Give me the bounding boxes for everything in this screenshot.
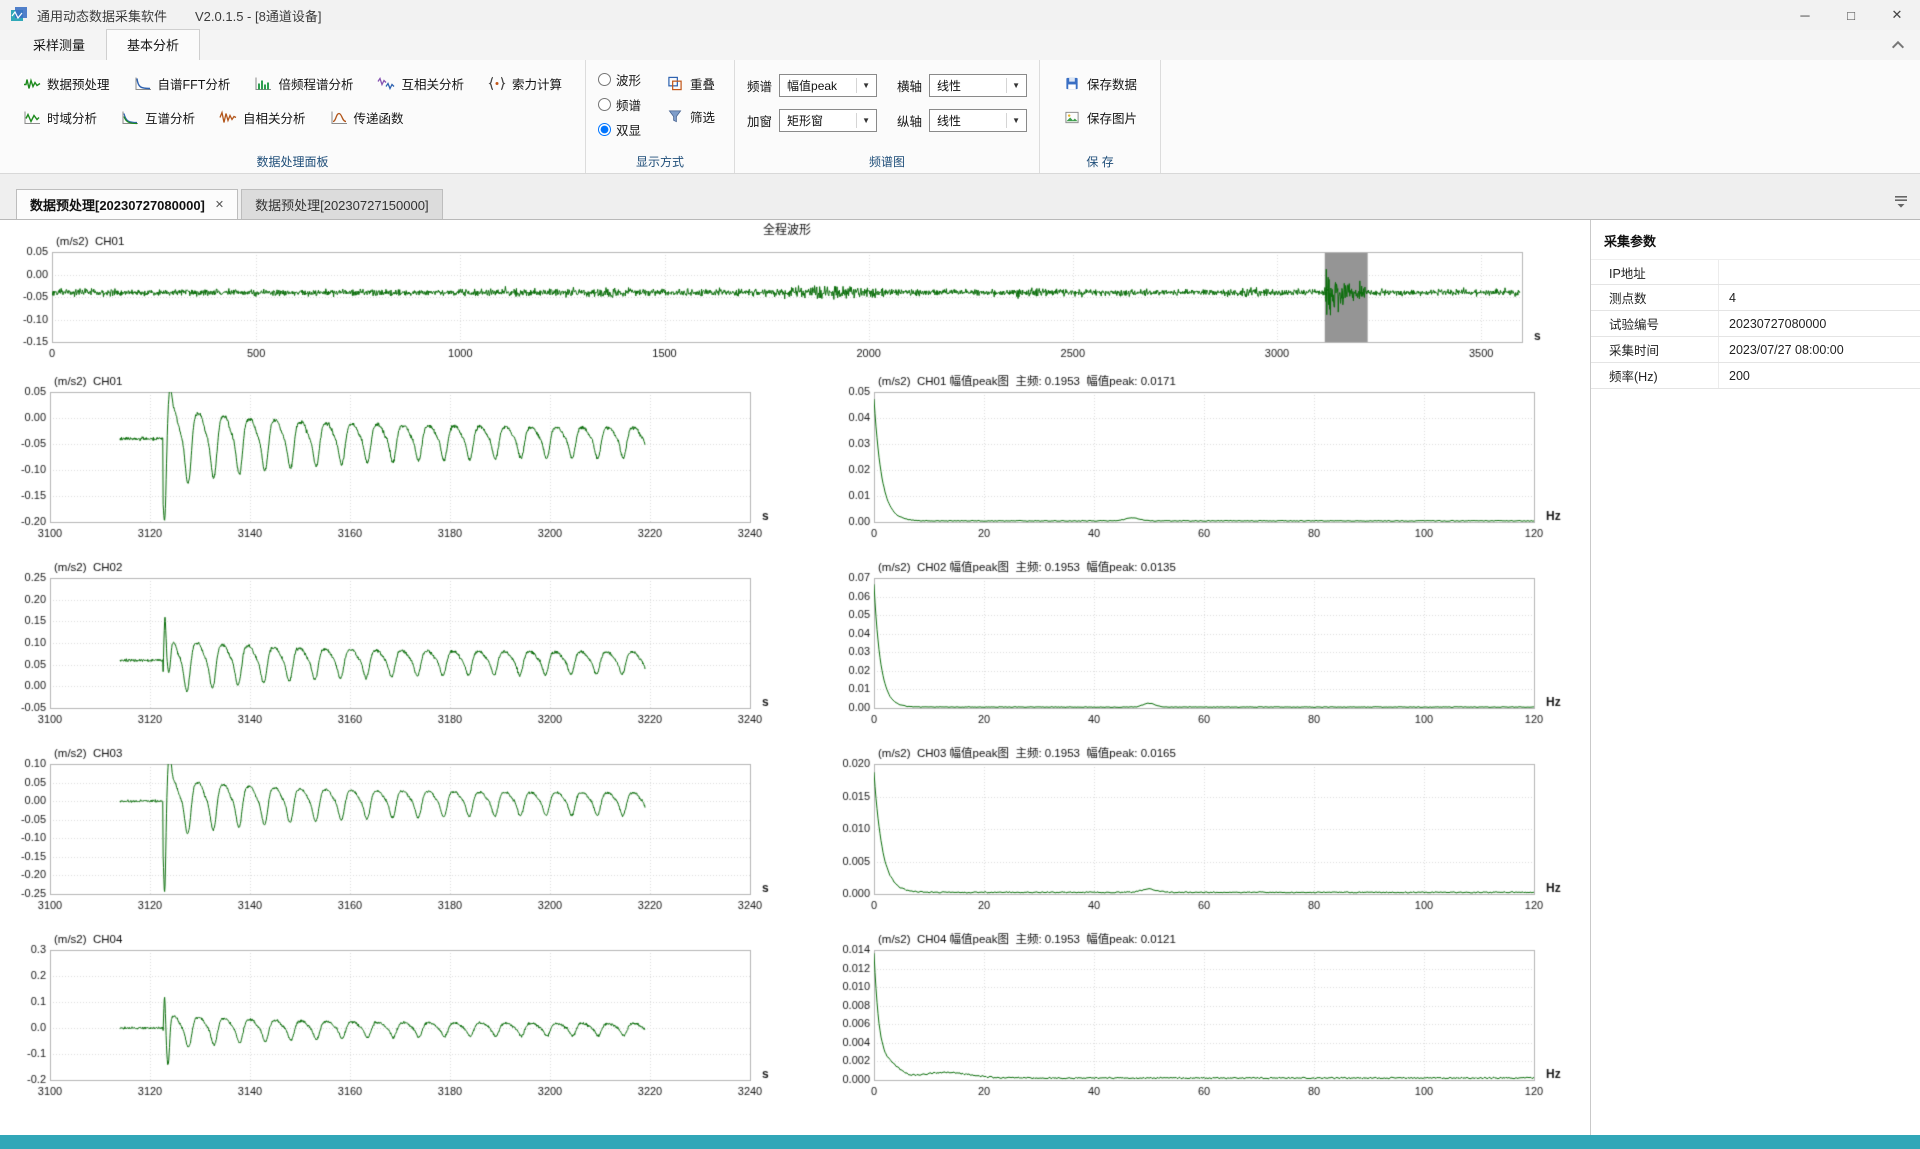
cable-force-icon bbox=[488, 76, 506, 91]
x-axis-scale-dropdown[interactable]: 线性▼ bbox=[929, 74, 1027, 97]
window-type-dropdown[interactable]: 矩形窗▼ bbox=[779, 109, 877, 132]
autocorr-icon bbox=[219, 110, 237, 125]
chevron-down-icon: ▼ bbox=[856, 78, 873, 93]
charts-area bbox=[0, 220, 1590, 1135]
maximize-button[interactable]: □ bbox=[1828, 0, 1874, 30]
doc-tabbar: 数据预处理[20230727080000]✕数据预处理[202307271500… bbox=[0, 174, 1920, 220]
param-value-points[interactable]: 4 bbox=[1719, 291, 1920, 305]
chevron-down-icon: ▼ bbox=[1006, 78, 1023, 93]
save-data-icon bbox=[1063, 76, 1081, 91]
chevron-down-icon: ▼ bbox=[856, 113, 873, 128]
param-row-test-id: 试验编号20230727080000 bbox=[1591, 311, 1920, 337]
param-label-ip: IP地址 bbox=[1591, 260, 1719, 284]
param-row-time: 采集时间2023/07/27 08:00:00 bbox=[1591, 337, 1920, 363]
param-row-points: 测点数4 bbox=[1591, 285, 1920, 311]
toolbar-group-save: 保存数据保存图片保 存 bbox=[1040, 60, 1161, 173]
ribbon-tab-analysis[interactable]: 基本分析 bbox=[106, 29, 200, 60]
doc-tab-1[interactable]: 数据预处理[20230727150000] bbox=[241, 189, 442, 219]
chart-spec-ch02 bbox=[818, 558, 1580, 740]
toolbar-group-label-spectrum: 频谱图 bbox=[735, 153, 1039, 170]
param-row-ip: IP地址 bbox=[1591, 259, 1920, 285]
status-strip bbox=[0, 1135, 1920, 1149]
window-version: V2.0.1.5 - [8通道设备] bbox=[195, 6, 321, 25]
cable-force-button[interactable]: 索力计算 bbox=[477, 68, 573, 98]
octave-spectrum-button[interactable]: 倍频程谱分析 bbox=[243, 68, 364, 98]
doc-tabs: 数据预处理[20230727080000]✕数据预处理[202307271500… bbox=[16, 189, 446, 219]
collapse-ribbon-icon[interactable] bbox=[1890, 37, 1906, 53]
chart-time-ch03 bbox=[2, 744, 802, 926]
ribbon-tabs: 采样测量基本分析 bbox=[12, 29, 200, 60]
chart-overview[interactable] bbox=[2, 222, 1578, 370]
save-data-button[interactable]: 保存数据 bbox=[1052, 70, 1148, 97]
auto-fft-button[interactable]: 自谱FFT分析 bbox=[123, 68, 242, 98]
doc-tab-0[interactable]: 数据预处理[20230727080000]✕ bbox=[16, 189, 238, 219]
chart-time-ch01 bbox=[2, 372, 802, 554]
overlap-button[interactable]: 重叠 bbox=[659, 70, 722, 96]
auto-correlation-button[interactable]: 自相关分析 bbox=[208, 102, 317, 132]
cross-correlation-button[interactable]: 互相关分析 bbox=[366, 68, 475, 98]
xcorr-icon bbox=[377, 76, 395, 91]
close-tab-icon[interactable]: ✕ bbox=[215, 198, 224, 211]
chart-time-ch02 bbox=[2, 558, 802, 740]
cross-spectrum-icon bbox=[121, 110, 139, 125]
preprocess-button[interactable]: 数据预处理 bbox=[12, 68, 121, 98]
dual-display-radio-input[interactable] bbox=[598, 123, 611, 136]
titlebar: 通用动态数据采集软件 V2.0.1.5 - [8通道设备] ─ □ ✕ bbox=[0, 0, 1920, 30]
param-label-points: 测点数 bbox=[1591, 285, 1719, 310]
ribbon-tab-sampling[interactable]: 采样测量 bbox=[12, 29, 106, 60]
cross-spectrum-button[interactable]: 互谱分析 bbox=[110, 102, 206, 132]
octave-icon bbox=[254, 76, 272, 91]
window-title: 通用动态数据采集软件 bbox=[37, 6, 167, 25]
waveform-radio-input[interactable] bbox=[598, 73, 611, 86]
param-row-freq: 频率(Hz)200 bbox=[1591, 363, 1920, 389]
spectrum-radio-input[interactable] bbox=[598, 98, 611, 111]
spectrum-type-dropdown[interactable]: 幅值peak▼ bbox=[779, 74, 877, 97]
time-domain-icon bbox=[23, 110, 41, 125]
toolbar-group-spectrum: 频谱幅值peak▼加窗矩形窗▼横轴线性▼纵轴线性▼频谱图 bbox=[735, 60, 1040, 173]
tab-list-dropdown-icon[interactable] bbox=[1894, 195, 1908, 209]
toolbar-group-label-display: 显示方式 bbox=[586, 153, 734, 170]
params-panel: 采集参数 IP地址测点数4试验编号20230727080000采集时间2023/… bbox=[1590, 220, 1920, 1135]
overlay-icon bbox=[666, 76, 684, 91]
chart-spec-ch03 bbox=[818, 744, 1580, 926]
save-image-button[interactable]: 保存图片 bbox=[1052, 104, 1148, 131]
toolbar-group-label-save: 保 存 bbox=[1040, 153, 1160, 170]
chart-time-ch04 bbox=[2, 930, 802, 1112]
transfer-icon bbox=[330, 110, 348, 125]
toolbar-group-display: 波形频谱双显 重叠筛选显示方式 bbox=[586, 60, 735, 173]
filter-icon bbox=[666, 109, 684, 124]
param-label-freq: 频率(Hz) bbox=[1591, 363, 1719, 388]
ribbon-tab-row: 采样测量基本分析 bbox=[0, 30, 1920, 60]
fft-icon bbox=[134, 76, 152, 91]
minimize-button[interactable]: ─ bbox=[1782, 0, 1828, 30]
close-button[interactable]: ✕ bbox=[1874, 0, 1920, 30]
main-area: 采集参数 IP地址测点数4试验编号20230727080000采集时间2023/… bbox=[0, 220, 1920, 1135]
param-value-freq[interactable]: 200 bbox=[1719, 369, 1920, 383]
app-window: 通用动态数据采集软件 V2.0.1.5 - [8通道设备] ─ □ ✕ 采样测量… bbox=[0, 0, 1920, 1149]
y-axis-scale-dropdown[interactable]: 线性▼ bbox=[929, 109, 1027, 132]
window-controls: ─ □ ✕ bbox=[1782, 0, 1920, 30]
waveform-icon bbox=[23, 76, 41, 91]
toolbar: 数据预处理自谱FFT分析倍频程谱分析互相关分析索力计算时域分析互谱分析自相关分析… bbox=[0, 60, 1920, 174]
toolbar-group-processing: 数据预处理自谱FFT分析倍频程谱分析互相关分析索力计算时域分析互谱分析自相关分析… bbox=[0, 60, 586, 173]
filter-button[interactable]: 筛选 bbox=[659, 103, 722, 129]
app-icon bbox=[10, 6, 28, 24]
param-value-time[interactable]: 2023/07/27 08:00:00 bbox=[1719, 343, 1920, 357]
transfer-function-button[interactable]: 传递函数 bbox=[319, 102, 415, 132]
save-image-icon bbox=[1063, 110, 1081, 125]
chart-spec-ch01 bbox=[818, 372, 1580, 554]
chevron-down-icon: ▼ bbox=[1006, 113, 1023, 128]
param-label-time: 采集时间 bbox=[1591, 337, 1719, 362]
chart-spec-ch04 bbox=[818, 930, 1580, 1112]
waveform-radio[interactable]: 波形 bbox=[598, 70, 641, 89]
params-rows: IP地址测点数4试验编号20230727080000采集时间2023/07/27… bbox=[1591, 259, 1920, 389]
param-label-test-id: 试验编号 bbox=[1591, 311, 1719, 336]
params-panel-title: 采集参数 bbox=[1591, 220, 1920, 259]
dual-display-radio[interactable]: 双显 bbox=[598, 120, 641, 139]
toolbar-group-label-processing: 数据处理面板 bbox=[0, 153, 585, 170]
spectrum-radio[interactable]: 频谱 bbox=[598, 95, 641, 114]
time-domain-button[interactable]: 时域分析 bbox=[12, 102, 108, 132]
param-value-test-id[interactable]: 20230727080000 bbox=[1719, 317, 1920, 331]
